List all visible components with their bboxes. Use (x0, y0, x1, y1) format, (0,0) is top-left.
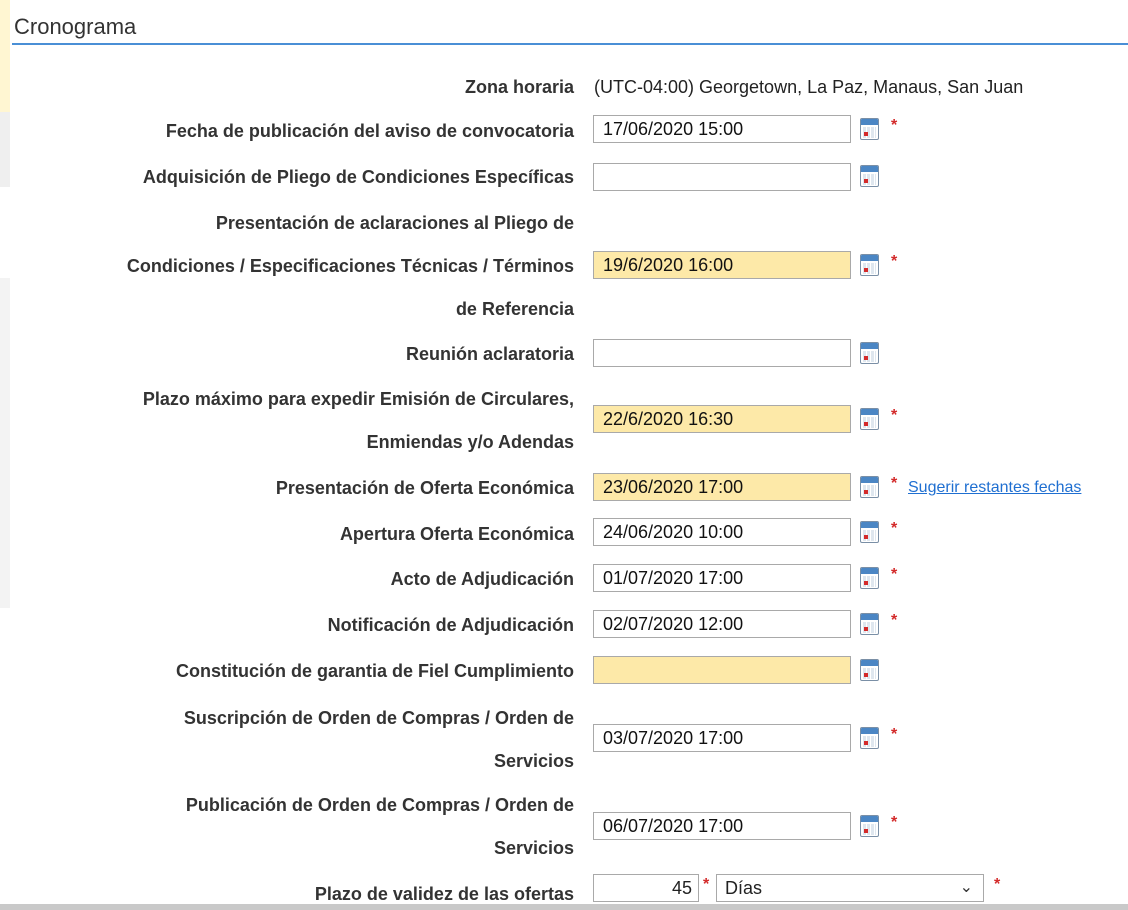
unidad-plazo-value: Días (725, 878, 763, 898)
garantia-cumplimiento-label: Constitución de garantia de Fiel Cumplim… (175, 661, 574, 681)
reunion-aclaratoria-input[interactable] (593, 339, 851, 367)
required-marker: * (891, 566, 898, 583)
calendar-icon[interactable] (860, 567, 879, 589)
section-divider (12, 43, 1128, 45)
calendar-icon[interactable] (860, 408, 879, 430)
calendar-icon[interactable] (860, 254, 879, 276)
notificacion-adjudicacion-input[interactable]: 02/07/2020 12:00 (593, 610, 851, 638)
calendar-icon[interactable] (860, 727, 879, 749)
horizontal-scrollbar[interactable] (0, 904, 1128, 910)
apertura-oferta-label: Apertura Oferta Económica (339, 524, 574, 544)
required-marker: * (891, 475, 898, 492)
calendar-icon[interactable] (860, 165, 879, 187)
chevron-down-icon: ⌄ (959, 879, 973, 896)
required-marker: * (891, 253, 898, 270)
publicacion-orden-input[interactable]: 06/07/2020 17:00 (593, 812, 851, 840)
publicacion-aviso-input[interactable]: 17/06/2020 15:00 (593, 115, 851, 143)
required-marker: * (891, 726, 898, 743)
garantia-cumplimiento-input[interactable] (593, 656, 851, 684)
aclaraciones-label-line1: Presentación de aclaraciones al Pliego d… (215, 213, 574, 233)
aclaraciones-label-line2: Condiciones / Especificaciones Técnicas … (126, 256, 574, 276)
publicacion-orden-label-line2: Servicios (493, 838, 574, 858)
section-title: Cronograma (14, 14, 137, 39)
acto-adjudicacion-label: Acto de Adjudicación (390, 569, 574, 589)
required-marker: * (891, 612, 898, 629)
calendar-icon[interactable] (860, 476, 879, 498)
required-marker: * (994, 876, 1001, 893)
calendar-icon[interactable] (860, 118, 879, 140)
presentacion-oferta-input[interactable]: 23/06/2020 17:00 (593, 473, 851, 501)
aclaraciones-label-line3: de Referencia (455, 299, 574, 319)
required-marker: * (891, 814, 898, 831)
timezone-label: Zona horaria (464, 77, 574, 97)
apertura-oferta-input[interactable]: 24/06/2020 10:00 (593, 518, 851, 546)
publicacion-aviso-label: Fecha de publicación del aviso de convoc… (165, 121, 574, 141)
unidad-plazo-select[interactable]: Días ⌄ (716, 874, 984, 902)
adquisicion-pliego-label: Adquisición de Pliego de Condiciones Esp… (142, 167, 574, 187)
notificacion-adjudicacion-label: Notificación de Adjudicación (327, 615, 574, 635)
presentacion-oferta-label: Presentación de Oferta Económica (275, 478, 574, 498)
plazo-circulares-label-line2: Enmiendas y/o Adendas (366, 432, 574, 452)
publicacion-orden-label-line1: Publicación de Orden de Compras / Orden … (185, 795, 574, 815)
required-marker: * (891, 520, 898, 537)
aclaraciones-input[interactable]: 19/6/2020 16:00 (593, 251, 851, 279)
plazo-circulares-label-line1: Plazo máximo para expedir Emisión de Cir… (142, 389, 574, 409)
plazo-circulares-input[interactable]: 22/6/2020 16:30 (593, 405, 851, 433)
calendar-icon[interactable] (860, 659, 879, 681)
left-panel-edge-lower (0, 278, 10, 608)
plazo-validez-input[interactable]: 45 (593, 874, 699, 902)
suscripcion-orden-label-line1: Suscripción de Orden de Compras / Orden … (183, 708, 574, 728)
reunion-aclaratoria-label: Reunión aclaratoria (405, 344, 574, 364)
sugerir-fechas-link[interactable]: Sugerir restantes fechas (908, 479, 1081, 497)
suscripcion-orden-input[interactable]: 03/07/2020 17:00 (593, 724, 851, 752)
calendar-icon[interactable] (860, 613, 879, 635)
calendar-icon[interactable] (860, 342, 879, 364)
suscripcion-orden-label-line2: Servicios (493, 751, 574, 771)
required-marker: * (891, 117, 898, 134)
left-panel-highlight (0, 0, 10, 112)
acto-adjudicacion-input[interactable]: 01/07/2020 17:00 (593, 564, 851, 592)
calendar-icon[interactable] (860, 521, 879, 543)
timezone-value: (UTC-04:00) Georgetown, La Paz, Manaus, … (594, 77, 1024, 97)
required-marker: * (703, 876, 710, 893)
plazo-validez-label: Plazo de validez de las ofertas (314, 884, 574, 904)
calendar-icon[interactable] (860, 815, 879, 837)
required-marker: * (891, 407, 898, 424)
left-panel-edge (0, 112, 10, 187)
adquisicion-pliego-input[interactable] (593, 163, 851, 191)
